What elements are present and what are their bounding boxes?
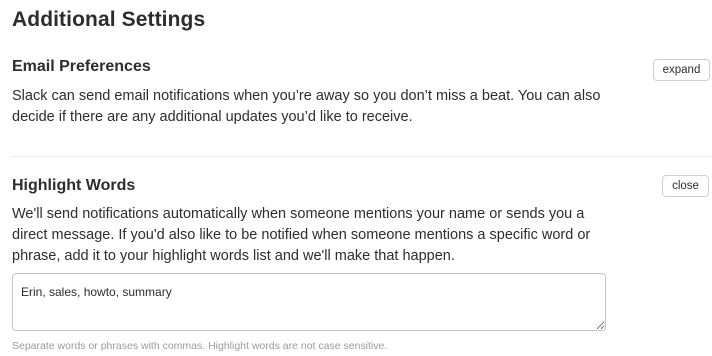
section-divider (12, 156, 712, 157)
highlight-words-hint: Separate words or phrases with commas. H… (12, 340, 388, 352)
highlight-words-description: We'll send notifications automatically w… (12, 206, 591, 264)
highlight-words-input-wrapper (12, 273, 606, 331)
highlight-words-title: Highlight Words (12, 177, 136, 194)
additional-settings-panel: Additional Settings Email Preferences ex… (12, 0, 712, 356)
email-preferences-title: Email Preferences (12, 58, 151, 75)
email-preferences-expand-button[interactable]: expand (653, 59, 710, 81)
highlight-words-close-button[interactable]: close (662, 175, 709, 197)
page-title: Additional Settings (12, 8, 206, 31)
email-preferences-description: Slack can send email notifications when … (12, 88, 601, 125)
highlight-words-input[interactable] (12, 273, 606, 331)
